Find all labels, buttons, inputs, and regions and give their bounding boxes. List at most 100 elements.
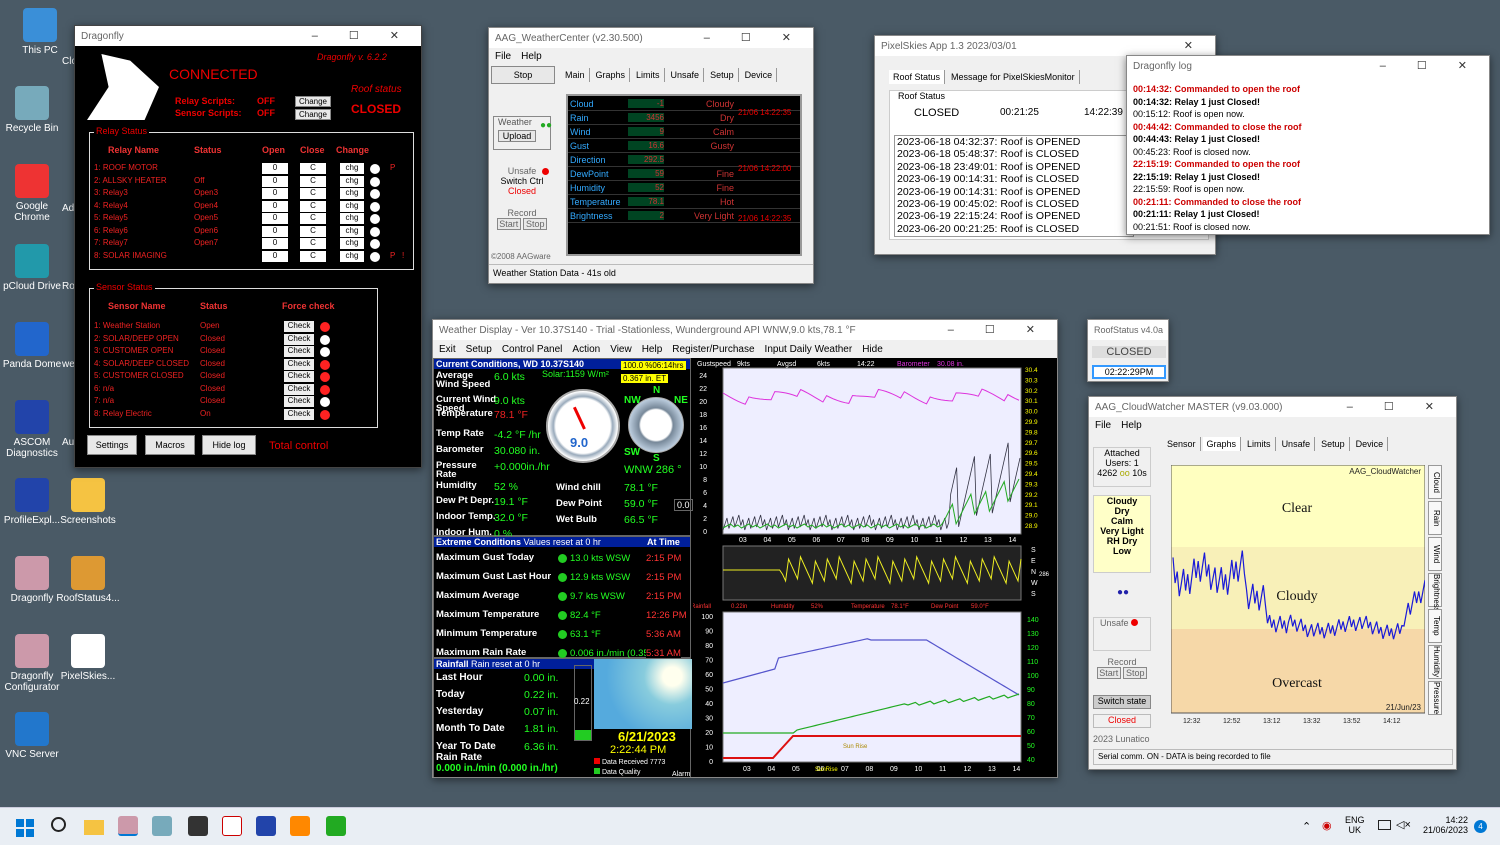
app2-taskbar-icon[interactable] (326, 816, 346, 836)
cw-side-tab[interactable]: Wind (1428, 537, 1442, 571)
change-relay-scripts-button[interactable]: Change (295, 96, 331, 107)
aag-titlebar[interactable]: AAG_WeatherCenter (v2.30.500) – ☐ ✕ (489, 28, 813, 48)
desktop-icon[interactable]: Dragonfly Configurator (0, 634, 64, 693)
relay-open-button[interactable]: 0 (262, 163, 288, 174)
aag-stop-button[interactable]: Stop (491, 66, 555, 84)
desktop-icon[interactable]: Dragonfly (0, 556, 64, 604)
sensor-check-button[interactable]: Check (284, 346, 314, 357)
relay-change-button[interactable]: chg (340, 213, 364, 224)
file-explorer-icon[interactable] (84, 820, 104, 835)
window-controls[interactable]: – ☐ ✕ (948, 323, 1049, 336)
chevron-up-icon[interactable]: ⌃ (1302, 820, 1311, 833)
desktop-icon[interactable]: Panda Dome (0, 322, 64, 370)
window-controls[interactable]: – ☐ ✕ (1347, 400, 1448, 413)
desktop-icon[interactable]: Google Chrome (0, 164, 64, 223)
desktop-icon[interactable]: RoofStatus4... (56, 556, 120, 604)
wd-menu-item[interactable]: Exit (439, 344, 456, 355)
cw-side-tab[interactable]: Humidity (1428, 645, 1442, 679)
relay-open-button[interactable]: 0 (262, 225, 288, 237)
aag-taskbar-icon[interactable] (152, 816, 172, 836)
sensor-check-button[interactable]: Check (284, 383, 314, 395)
tab-message[interactable]: Message for PixelSkiesMonitor (947, 70, 1080, 84)
menu-file[interactable]: File (1095, 420, 1111, 431)
menu-help[interactable]: Help (521, 51, 542, 62)
roofstatus-titlebar[interactable]: RoofStatus v4.0a (1088, 320, 1168, 340)
cw-start-button[interactable]: Start (1096, 667, 1121, 679)
relay-close-button[interactable]: C (300, 225, 326, 237)
search-icon[interactable] (51, 817, 66, 832)
cw-side-tab[interactable]: Brightness (1428, 573, 1442, 612)
relay-close-button[interactable]: C (300, 250, 326, 262)
window-controls[interactable]: ✕ (1184, 39, 1207, 52)
desktop-icon[interactable]: ASCOM Diagnostics (0, 400, 64, 459)
relay-close-button[interactable]: C (300, 238, 326, 249)
window-controls[interactable]: – ☐ ✕ (704, 31, 805, 44)
relay-change-button[interactable]: chg (340, 188, 364, 199)
pixelskies-taskbar-icon[interactable] (222, 816, 242, 836)
desktop-icon[interactable]: This PC (8, 8, 72, 56)
cw-titlebar[interactable]: AAG_CloudWatcher MASTER (v9.03.000) – ☐ ✕ (1089, 397, 1456, 417)
tab-sensor[interactable]: Sensor (1163, 437, 1201, 451)
upload-button[interactable]: Upload (498, 130, 536, 142)
relay-close-button[interactable]: C (300, 213, 326, 224)
wd-menu-item[interactable]: Hide (862, 344, 883, 355)
relay-close-button[interactable]: C (300, 163, 326, 174)
dragonfly-titlebar[interactable]: Dragonfly – ☐ ✕ (75, 26, 421, 46)
weather-taskbar-icon[interactable] (188, 816, 208, 836)
tab-roof-status[interactable]: Roof Status (889, 70, 946, 84)
app-taskbar-icon[interactable] (290, 816, 310, 836)
tab-main[interactable]: Main (561, 68, 590, 82)
start-button[interactable] (16, 819, 34, 837)
tab-unsafe[interactable]: Unsafe (1278, 437, 1316, 451)
relay-open-button[interactable]: 0 (262, 238, 288, 249)
sensor-check-button[interactable]: Check (284, 371, 314, 382)
relay-change-button[interactable]: chg (340, 163, 364, 174)
tab-setup[interactable]: Setup (706, 68, 739, 82)
wd-menu-item[interactable]: Control Panel (502, 344, 563, 355)
sensor-check-button[interactable]: Check (284, 408, 314, 420)
desktop-icon[interactable]: ProfileExpl... (0, 478, 64, 526)
change-sensor-scripts-button[interactable]: Change (295, 109, 331, 120)
record-stop-button[interactable]: Stop (523, 218, 548, 230)
cw-side-tab[interactable]: Temp (1428, 609, 1442, 643)
relay-change-button[interactable]: chg (340, 225, 364, 237)
relay-close-button[interactable]: C (300, 200, 326, 212)
desktop-icon[interactable]: Recycle Bin (0, 86, 64, 134)
cw-side-tab[interactable]: Pressure (1428, 681, 1442, 715)
wd-menu-item[interactable]: Register/Purchase (672, 344, 754, 355)
desktop-icon[interactable]: pCloud Drive (0, 244, 64, 292)
relay-open-button[interactable]: 0 (262, 188, 288, 199)
hide-log-button[interactable]: Hide log (202, 435, 256, 455)
tab-device[interactable]: Device (1352, 437, 1389, 451)
network-icon[interactable]: ◉ (1322, 819, 1332, 832)
desktop-icon[interactable]: Screenshots (56, 478, 120, 526)
sensor-check-button[interactable]: Check (284, 358, 314, 370)
tab-graphs[interactable]: Graphs (1202, 437, 1242, 451)
menu-file[interactable]: File (495, 51, 511, 62)
relay-change-button[interactable]: chg (340, 200, 364, 212)
relay-open-button[interactable]: 0 (262, 175, 288, 187)
relay-close-button[interactable]: C (300, 188, 326, 199)
clock[interactable]: 14:22 21/06/2023 (1418, 815, 1468, 835)
cw-side-tab[interactable]: Cloud (1428, 465, 1442, 499)
settings-button[interactable]: Settings (87, 435, 137, 455)
wd-menu-item[interactable]: Help (642, 344, 663, 355)
sensor-check-button[interactable]: Check (284, 396, 314, 407)
menu-help[interactable]: Help (1121, 420, 1142, 431)
wd-menu-item[interactable]: View (610, 344, 632, 355)
language-indicator[interactable]: ENG UK (1345, 815, 1365, 835)
relay-change-button[interactable]: chg (340, 175, 364, 187)
pixelskies-titlebar[interactable]: PixelSkies App 1.3 2023/03/01 ✕ (875, 36, 1215, 56)
cw-stop-button[interactable]: Stop (1123, 667, 1148, 679)
relay-close-button[interactable]: C (300, 175, 326, 187)
cw-side-tab[interactable]: Rain (1428, 501, 1442, 535)
desktop-icon[interactable]: PixelSkies... (56, 634, 120, 682)
wd-menu-item[interactable]: Action (572, 344, 600, 355)
window-controls[interactable]: – ☐ ✕ (312, 29, 413, 42)
tab-setup[interactable]: Setup (1317, 437, 1350, 451)
tab-graphs[interactable]: Graphs (592, 68, 631, 82)
relay-open-button[interactable]: 0 (262, 250, 288, 262)
ascom-taskbar-icon[interactable] (256, 816, 276, 836)
switch-state-button[interactable]: Switch state (1093, 695, 1151, 709)
notification-badge[interactable]: 4 (1474, 820, 1487, 833)
